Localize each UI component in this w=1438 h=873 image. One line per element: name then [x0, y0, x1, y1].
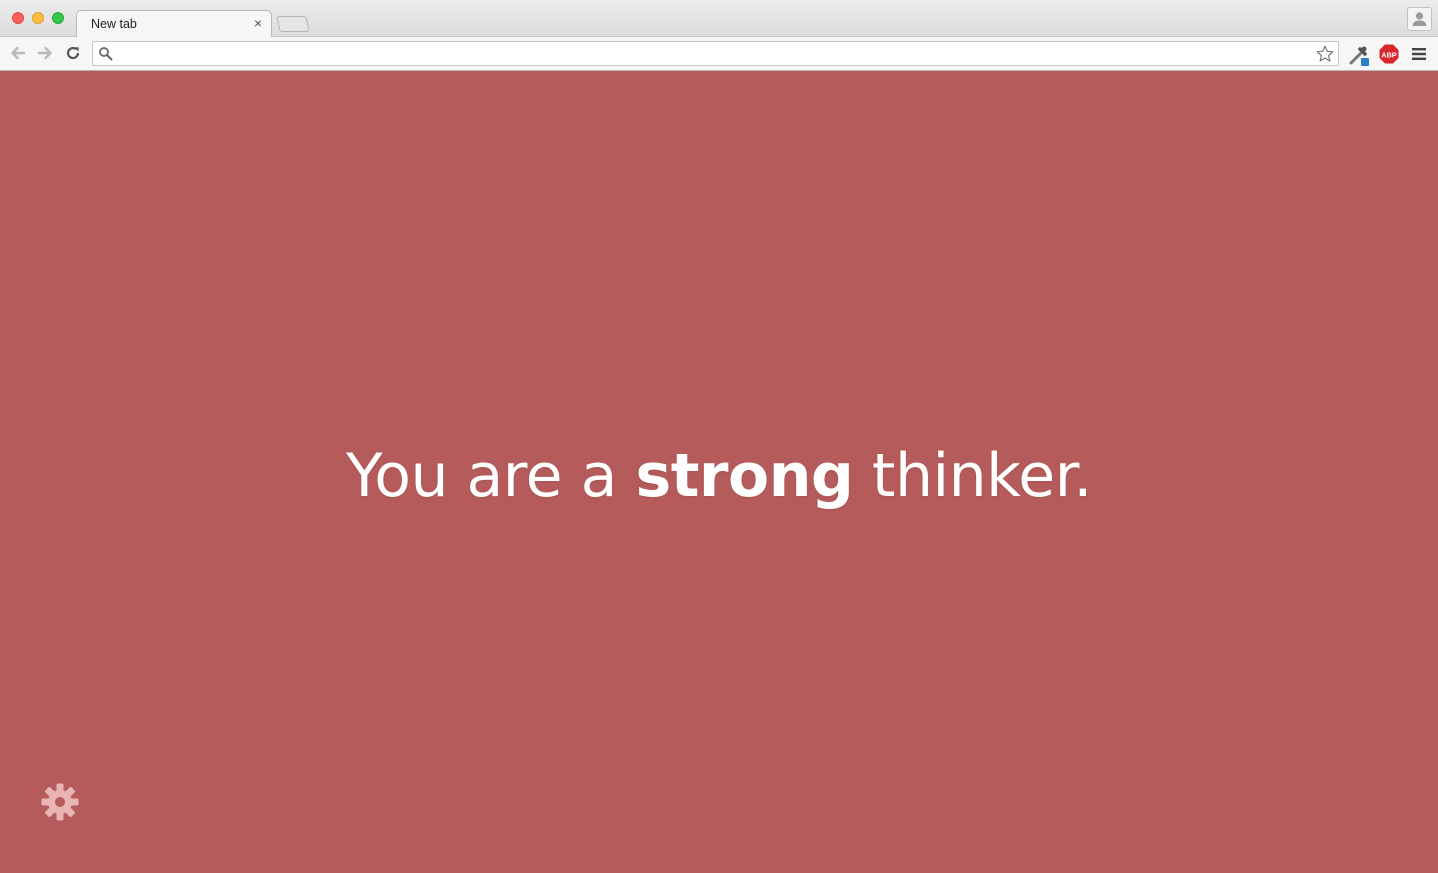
search-icon — [99, 47, 113, 61]
address-input[interactable] — [119, 44, 1299, 62]
browser-toolbar: ABP — [0, 37, 1438, 71]
abp-label: ABP — [1381, 50, 1396, 59]
hamburger-menu-icon[interactable] — [1410, 45, 1428, 63]
abp-icon[interactable]: ABP — [1379, 44, 1399, 64]
eyedropper-icon[interactable] — [1347, 43, 1371, 67]
window-close-button[interactable] — [12, 12, 24, 24]
message-before: You are a — [346, 441, 636, 511]
message-after: thinker. — [853, 441, 1093, 511]
new-tab-button[interactable] — [276, 16, 310, 32]
address-bar[interactable] — [92, 41, 1339, 66]
gear-icon[interactable] — [40, 782, 80, 822]
star-icon[interactable] — [1315, 44, 1335, 64]
tab-close-icon[interactable]: × — [251, 16, 265, 30]
window-minimize-button[interactable] — [32, 12, 44, 24]
forward-arrow-icon[interactable] — [35, 43, 55, 63]
back-arrow-icon[interactable] — [8, 43, 28, 63]
profile-icon — [1412, 12, 1427, 26]
page-content: You are a strong thinker. — [0, 71, 1438, 873]
profile-button[interactable] — [1407, 7, 1432, 31]
browser-title-bar: New tab × — [0, 0, 1438, 38]
tab-new-tab[interactable]: New tab × — [76, 10, 272, 38]
affirmation-message: You are a strong thinker. — [0, 436, 1438, 516]
reload-icon[interactable] — [63, 43, 83, 63]
tab-title: New tab — [91, 17, 137, 31]
message-emphasis: strong — [635, 441, 854, 511]
window-maximize-button[interactable] — [52, 12, 64, 24]
